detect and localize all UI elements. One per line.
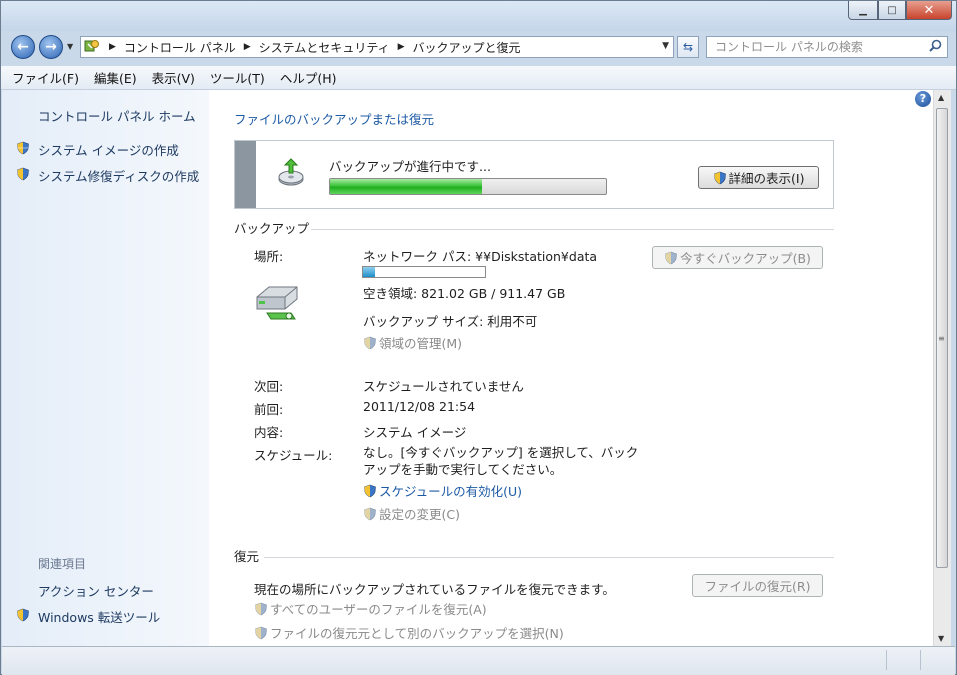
backup-now-button[interactable]: 今すぐバックアップ(B) bbox=[652, 246, 823, 269]
backup-now-label: 今すぐバックアップ(B) bbox=[680, 251, 811, 266]
uac-shield-icon bbox=[17, 608, 29, 622]
sidebar-related-heading: 関連項目 bbox=[38, 557, 87, 571]
breadcrumb-control-panel[interactable]: コントロール パネル bbox=[124, 39, 236, 56]
scroll-grip-icon: ≡ bbox=[938, 334, 945, 343]
scroll-up-arrow[interactable]: ▲ bbox=[938, 93, 944, 102]
uac-shield-icon bbox=[364, 484, 376, 497]
schedule-value: なし。[今すぐバックアップ] を選択して、バックアップを手動で実行してください。 bbox=[363, 445, 639, 477]
disk-space-bar bbox=[362, 266, 486, 278]
menu-edit[interactable]: 編集(E) bbox=[94, 68, 137, 87]
breadcrumb-system-security[interactable]: システムとセキュリティ bbox=[259, 39, 390, 56]
schedule-label: スケジュール: bbox=[254, 448, 333, 463]
recent-pages-dropdown[interactable]: ▼ bbox=[67, 42, 73, 51]
location-value: ネットワーク パス: ¥¥Diskstation¥data bbox=[363, 249, 598, 264]
backup-restore-window: ▁ □ ✕ ← → ▼ ▶ コントロール パネル ▶ システムとセキュリティ ▶ バ… bbox=[0, 0, 957, 675]
uac-shield-icon bbox=[364, 507, 376, 520]
maximize-button[interactable]: □ bbox=[878, 1, 906, 20]
uac-shield-icon bbox=[255, 626, 267, 639]
backup-in-progress-icon bbox=[278, 158, 304, 186]
sidebar-windows-easy-transfer[interactable]: Windows 転送ツール bbox=[38, 607, 160, 626]
view-details-label: 詳細の表示(I) bbox=[728, 171, 805, 186]
sidebar-control-panel-home[interactable]: コントロール パネル ホーム bbox=[38, 106, 196, 125]
sidebar-action-center[interactable]: アクション センター bbox=[38, 581, 154, 600]
search-input[interactable]: コントロール パネルの検索 bbox=[706, 36, 948, 58]
uac-shield-icon bbox=[364, 336, 376, 349]
backup-progress-bar bbox=[329, 178, 607, 195]
scroll-down-arrow[interactable]: ▼ bbox=[938, 634, 944, 643]
close-button[interactable]: ✕ bbox=[906, 1, 952, 20]
address-history-dropdown[interactable]: ▼ bbox=[662, 41, 669, 51]
contents-value: システム イメージ bbox=[363, 425, 467, 440]
view-details-button[interactable]: 詳細の表示(I) bbox=[698, 166, 819, 189]
page-title: ファイルのバックアップまたは復元 bbox=[234, 112, 435, 127]
last-backup-value: 2011/12/08 21:54 bbox=[363, 399, 476, 414]
restore-section-heading: 復元 bbox=[234, 549, 260, 564]
menu-view[interactable]: 表示(V) bbox=[152, 68, 195, 87]
manage-space-label: 領域の管理(M) bbox=[379, 336, 463, 351]
menu-bar: ファイル(F) 編集(E) 表示(V) ツール(T) ヘルプ(H) bbox=[1, 66, 956, 90]
network-drive-icon bbox=[256, 286, 298, 320]
breadcrumb-separator[interactable]: ▶ bbox=[244, 42, 251, 52]
forward-button[interactable]: → bbox=[39, 35, 63, 59]
restore-description: 現在の場所にバックアップされているファイルを復元できます。 bbox=[254, 582, 615, 597]
minimize-button[interactable]: ▁ bbox=[848, 1, 878, 20]
vertical-scrollbar[interactable]: ▲ ≡ ▼ bbox=[933, 90, 951, 646]
uac-shield-icon bbox=[713, 171, 726, 184]
refresh-button[interactable]: ⇆ bbox=[677, 36, 699, 58]
enable-schedule-label: スケジュールの有効化(U) bbox=[379, 484, 523, 499]
disk-space-fill bbox=[363, 267, 376, 277]
uac-shield-icon bbox=[17, 141, 29, 155]
backup-size-value: バックアップ サイズ: 利用不可 bbox=[363, 314, 538, 329]
status-bar bbox=[2, 646, 955, 675]
restore-files-label: ファイルの復元(R) bbox=[704, 579, 811, 594]
menu-file[interactable]: ファイル(F) bbox=[12, 68, 79, 87]
title-bar[interactable]: ▁ □ ✕ bbox=[1, 1, 956, 31]
last-backup-label: 前回: bbox=[254, 402, 284, 417]
help-icon[interactable]: ? bbox=[915, 91, 931, 107]
address-bar[interactable]: ▶ コントロール パネル ▶ システムとセキュリティ ▶ バックアップと復元 ▼ bbox=[80, 36, 674, 58]
sidebar: コントロール パネル ホーム システム イメージの作成 システム修復ディスクの作… bbox=[2, 90, 209, 646]
uac-shield-icon bbox=[665, 251, 677, 264]
restore-all-users-label: すべてのユーザーのファイルを復元(A) bbox=[270, 602, 487, 617]
select-other-backup-label: ファイルの復元元として別のバックアップを選択(N) bbox=[270, 626, 564, 641]
select-other-backup-link[interactable]: ファイルの復元元として別のバックアップを選択(N) bbox=[254, 623, 564, 642]
divider bbox=[264, 557, 834, 558]
search-placeholder: コントロール パネルの検索 bbox=[715, 40, 863, 54]
control-panel-icon bbox=[83, 38, 101, 56]
next-backup-label: 次回: bbox=[254, 379, 284, 394]
backup-section-heading: バックアップ bbox=[234, 221, 310, 236]
breadcrumb-separator[interactable]: ▶ bbox=[109, 42, 116, 52]
enable-schedule-link[interactable]: スケジュールの有効化(U) bbox=[363, 481, 522, 500]
restore-all-users-link[interactable]: すべてのユーザーのファイルを復元(A) bbox=[254, 599, 487, 618]
status-divider bbox=[886, 650, 887, 670]
change-settings-link[interactable]: 設定の変更(C) bbox=[363, 504, 460, 523]
uac-shield-icon bbox=[255, 602, 267, 615]
menu-tools[interactable]: ツール(T) bbox=[210, 68, 265, 87]
manage-space-link[interactable]: 領域の管理(M) bbox=[363, 333, 462, 352]
sidebar-create-repair-disc[interactable]: システム修復ディスクの作成 bbox=[38, 166, 199, 185]
menu-help[interactable]: ヘルプ(H) bbox=[280, 68, 337, 87]
next-backup-value: スケジュールされていません bbox=[363, 379, 524, 394]
search-icon[interactable] bbox=[929, 39, 942, 59]
backup-progress-panel: バックアップが進行中です... 詳細の表示(I) bbox=[234, 140, 834, 209]
navigation-bar: ← → ▼ ▶ コントロール パネル ▶ システムとセキュリティ ▶ バックアップと… bbox=[1, 31, 956, 65]
change-settings-label: 設定の変更(C) bbox=[379, 507, 460, 522]
sidebar-create-system-image[interactable]: システム イメージの作成 bbox=[38, 140, 179, 159]
breadcrumb-separator[interactable]: ▶ bbox=[398, 42, 405, 52]
progress-message: バックアップが進行中です... bbox=[329, 159, 491, 174]
status-divider bbox=[920, 650, 921, 670]
restore-files-button[interactable]: ファイルの復元(R) bbox=[692, 574, 823, 597]
backup-progress-fill bbox=[330, 179, 482, 194]
uac-shield-icon bbox=[17, 167, 29, 181]
contents-label: 内容: bbox=[254, 425, 284, 440]
divider bbox=[311, 229, 834, 230]
breadcrumb-backup-restore[interactable]: バックアップと復元 bbox=[413, 39, 521, 56]
back-button[interactable]: ← bbox=[11, 35, 35, 59]
location-label: 場所: bbox=[254, 249, 284, 264]
free-space-value: 空き領域: 821.02 GB / 911.47 GB bbox=[363, 286, 566, 301]
progress-panel-stripe bbox=[235, 141, 256, 208]
